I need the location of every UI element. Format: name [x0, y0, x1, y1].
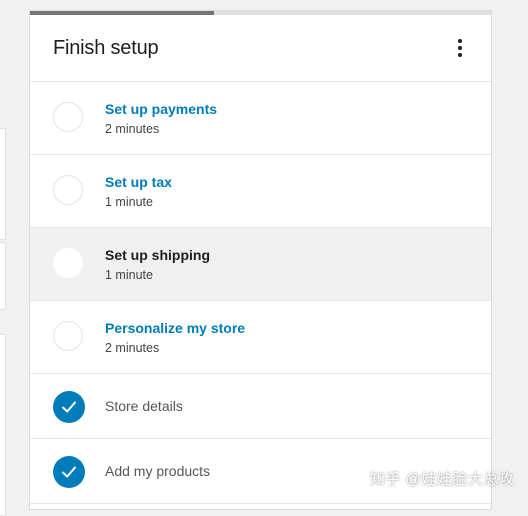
- background-panel: [0, 242, 6, 310]
- card-header: Finish setup: [30, 15, 491, 82]
- task-set-up-payments[interactable]: Set up payments 2 minutes: [30, 82, 491, 155]
- menu-dot: [458, 39, 462, 43]
- task-time: 2 minutes: [105, 341, 160, 355]
- task-time: 2 minutes: [105, 122, 160, 136]
- task-label: Set up shipping: [105, 247, 210, 263]
- task-label: Personalize my store: [105, 320, 246, 336]
- menu-dot: [458, 53, 462, 57]
- task-personalize-my-store[interactable]: Personalize my store 2 minutes: [30, 301, 491, 374]
- checkmark-glyph: [62, 401, 76, 413]
- task-label: Add my products: [105, 463, 211, 479]
- more-options-icon[interactable]: [450, 36, 470, 60]
- watermark-text: 知乎 @娃娃脸大总攻: [370, 471, 515, 488]
- background-panel: [0, 334, 6, 516]
- incomplete-circle-icon: [53, 248, 83, 278]
- incomplete-circle-icon: [53, 175, 83, 205]
- task-time: 1 minute: [105, 195, 153, 209]
- task-label: Store details: [105, 398, 183, 414]
- task-set-up-tax[interactable]: Set up tax 1 minute: [30, 155, 491, 228]
- task-label: Set up tax: [105, 174, 172, 190]
- task-set-up-shipping[interactable]: Set up shipping 1 minute: [30, 228, 491, 301]
- background-panel: [0, 128, 6, 240]
- finish-setup-card: Finish setup Set up payments 2 minutes S…: [29, 10, 492, 510]
- task-store-details[interactable]: Store details: [30, 374, 491, 439]
- task-list: Set up payments 2 minutes Set up tax 1 m…: [30, 82, 491, 504]
- incomplete-circle-icon: [53, 321, 83, 351]
- task-label: Set up payments: [105, 101, 218, 117]
- menu-dot: [458, 46, 462, 50]
- task-time: 1 minute: [105, 268, 153, 282]
- card-title: Finish setup: [53, 37, 159, 59]
- checkmark-glyph: [62, 466, 76, 478]
- incomplete-circle-icon: [53, 102, 83, 132]
- checkmark-icon: [53, 456, 85, 488]
- checkmark-icon: [53, 391, 85, 423]
